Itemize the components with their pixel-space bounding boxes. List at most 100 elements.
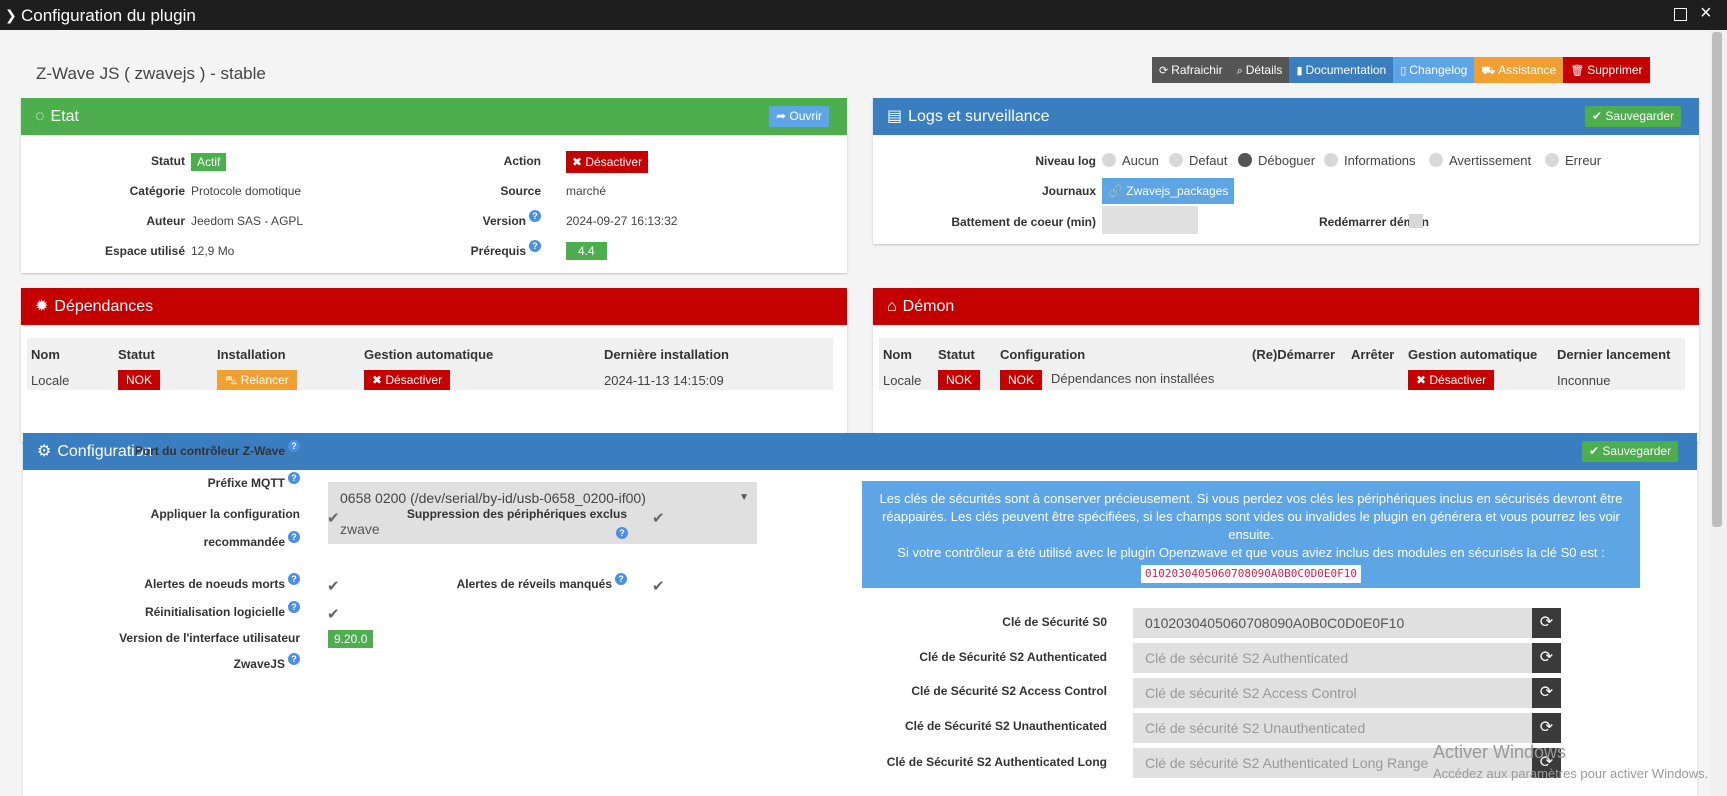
radio-avertissement-label: Avertissement bbox=[1449, 153, 1532, 168]
dependances-header: ✹ Dépendances bbox=[21, 288, 847, 325]
window-title: Configuration du plugin bbox=[21, 6, 196, 25]
port-select-value: 0658 0200 (/dev/serial/by-id/usb-0658_02… bbox=[340, 490, 646, 506]
col-dernier: Dernier lancement bbox=[1557, 347, 1671, 362]
licence-value: - AGPL bbox=[264, 214, 304, 228]
cogs-icon: ⚙ bbox=[37, 443, 52, 460]
help-icon[interactable]: ? bbox=[529, 240, 541, 252]
heartbeat-input[interactable] bbox=[1102, 206, 1198, 234]
plugin-config-content: Z-Wave JS ( zwavejs ) - stable ⟳ Rafraich… bbox=[0, 30, 1710, 796]
statut-badge: Actif bbox=[191, 153, 227, 171]
radio-informations-label: Informations bbox=[1344, 153, 1416, 168]
security-keys-info: Les clés de sécurités sont à conserver p… bbox=[862, 481, 1640, 588]
categorie-value: Protocole domotique bbox=[191, 184, 302, 198]
help-icon[interactable]: ? bbox=[613, 527, 628, 546]
close-icon[interactable]: × bbox=[1700, 2, 1712, 25]
help-icon[interactable]: ? bbox=[288, 601, 300, 613]
s2auth-input[interactable]: Clé de sécurité S2 Authenticated bbox=[1133, 643, 1532, 673]
open-label: Ouvrir bbox=[789, 109, 823, 123]
s2unauth-input[interactable]: Clé de sécurité S2 Unauthenticated bbox=[1133, 713, 1532, 743]
apply-config-label-text: recommandée bbox=[203, 535, 285, 549]
assistance-button[interactable]: ⛟ Assistance bbox=[1474, 57, 1564, 83]
s0-refresh-icon[interactable]: ⟳ bbox=[1532, 608, 1561, 638]
radio-erreur-label: Erreur bbox=[1565, 153, 1602, 168]
config-save-button[interactable]: ✔ Sauvegarder bbox=[1582, 441, 1679, 462]
delete-button[interactable]: 🗑 Supprimer bbox=[1563, 57, 1650, 83]
restart-daemon-checkbox[interactable] bbox=[1409, 214, 1423, 228]
dead-nodes-label: Alertes de noeuds morts? bbox=[60, 573, 300, 591]
scrollbar-thumb[interactable] bbox=[1712, 32, 1722, 527]
journal-zwavejs-packages-button[interactable]: 🔗 Zwavejs_packages bbox=[1102, 178, 1235, 204]
logs-panel: ▤ Logs et surveillance ✔ Sauvegarder Nive… bbox=[873, 98, 1699, 244]
assistance-label: Assistance bbox=[1498, 63, 1557, 77]
details-label: Détails bbox=[1245, 63, 1283, 77]
etat-disable-button[interactable]: ✖ Désactiver bbox=[566, 151, 649, 173]
spinner-icon: ◌ bbox=[35, 108, 45, 125]
help-icon[interactable]: ? bbox=[615, 573, 627, 585]
refresh-button[interactable]: ⟳ Rafraichir bbox=[1152, 57, 1230, 83]
details-button[interactable]: ⌕ Détails bbox=[1229, 57, 1290, 83]
logs-save-button[interactable]: ✔ Sauvegarder bbox=[1585, 106, 1682, 127]
wake-alerts-checkbox[interactable]: ✔ bbox=[652, 577, 665, 595]
dep-row-statut: NOK bbox=[118, 370, 161, 390]
demon-config-text: Dépendances non installées bbox=[1051, 371, 1215, 386]
soft-reset-checkbox[interactable]: ✔ bbox=[327, 605, 340, 623]
dep-disable-button[interactable]: ✖ Désactiver bbox=[364, 370, 451, 390]
help-icon[interactable]: ? bbox=[288, 472, 300, 484]
s2long-label: Clé de Sécurité S2 Authenticated Long bbox=[886, 755, 1107, 769]
auteur-link[interactable]: Jeedom SAS bbox=[191, 214, 261, 228]
dependances-table: Nom Statut Installation Gestion automati… bbox=[27, 338, 833, 390]
apply-config-checkbox[interactable]: ✔ bbox=[327, 509, 340, 527]
radio-avertissement[interactable] bbox=[1429, 153, 1443, 167]
demon-disable-button[interactable]: ✖ Désactiver bbox=[1408, 370, 1495, 390]
s2auth-refresh-icon[interactable]: ⟳ bbox=[1532, 643, 1561, 673]
radio-deboguer[interactable] bbox=[1238, 153, 1252, 167]
s2ac-input[interactable]: Clé de sécurité S2 Access Control bbox=[1133, 678, 1532, 708]
radio-deboguer-label: Déboguer bbox=[1258, 153, 1316, 168]
radio-informations[interactable] bbox=[1324, 153, 1338, 167]
version-label-text: Version bbox=[482, 214, 526, 228]
s2ac-refresh-icon[interactable]: ⟳ bbox=[1532, 678, 1561, 708]
plugin-toolbar: ⟳ Rafraichir ⌕ Détails ▮ Documentation ▯ Cha… bbox=[1152, 57, 1650, 83]
maximize-icon[interactable] bbox=[1674, 8, 1687, 21]
open-button[interactable]: ➦ Ouvrir bbox=[769, 106, 830, 127]
suppression-label: Suppression des périphériques exclus bbox=[406, 507, 627, 521]
radio-aucun[interactable] bbox=[1102, 153, 1116, 167]
help-icon[interactable]: ? bbox=[616, 527, 628, 539]
s0-input[interactable]: 0102030405060708090A0B0C0D0E0F10 bbox=[1133, 608, 1532, 638]
journal-label: Zwavejs_packages bbox=[1126, 184, 1229, 198]
s2unauth-refresh-icon[interactable]: ⟳ bbox=[1532, 713, 1561, 743]
demon-row-nom: Locale bbox=[883, 373, 922, 388]
dep-relancer-button[interactable]: ⛍ Relancer bbox=[217, 370, 297, 390]
categorie-label: Catégorie bbox=[129, 184, 185, 198]
col-nom: Nom bbox=[883, 347, 912, 362]
auteur-label: Auteur bbox=[146, 214, 185, 228]
info-line-3: ensuite. bbox=[1228, 527, 1274, 542]
help-icon[interactable]: ? bbox=[288, 531, 300, 543]
suppression-checkbox[interactable]: ✔ bbox=[652, 509, 665, 527]
info-line-4: Si votre contrôleur a été utilisé avec l… bbox=[897, 545, 1605, 560]
help-icon[interactable]: ? bbox=[288, 573, 300, 585]
file-icon: ▤ bbox=[887, 108, 903, 125]
help-icon[interactable]: ? bbox=[288, 653, 300, 665]
delete-label: Supprimer bbox=[1587, 63, 1643, 77]
radio-aucun-label: Aucun bbox=[1122, 153, 1159, 168]
radio-defaut[interactable] bbox=[1169, 153, 1183, 167]
dead-nodes-checkbox[interactable]: ✔ bbox=[327, 577, 340, 595]
chevron-right-icon[interactable]: ❯ bbox=[5, 7, 17, 24]
changelog-button[interactable]: ▯ Changelog bbox=[1393, 57, 1475, 83]
documentation-button[interactable]: ▮ Documentation bbox=[1289, 57, 1394, 83]
mqtt-label-text: Préfixe MQTT bbox=[207, 476, 285, 490]
version-label: Version? bbox=[401, 210, 541, 228]
help-icon[interactable]: ? bbox=[288, 440, 300, 452]
radio-erreur[interactable] bbox=[1545, 153, 1559, 167]
col-gestion: Gestion automatique bbox=[1408, 347, 1538, 362]
help-icon[interactable]: ? bbox=[529, 210, 541, 222]
soft-reset-label: Réinitialisation logicielle? bbox=[60, 601, 300, 619]
ui-version-label: Version de l'interface utilisateur bbox=[119, 631, 300, 645]
logs-save-label: Sauvegarder bbox=[1605, 109, 1675, 123]
col-nom: Nom bbox=[31, 347, 60, 362]
col-installation: Installation bbox=[217, 347, 286, 362]
dead-nodes-label-text: Alertes de noeuds morts bbox=[144, 577, 285, 591]
s0-label: Clé de Sécurité S0 bbox=[1002, 615, 1107, 629]
demon-disable-label: Désactiver bbox=[1429, 373, 1487, 387]
